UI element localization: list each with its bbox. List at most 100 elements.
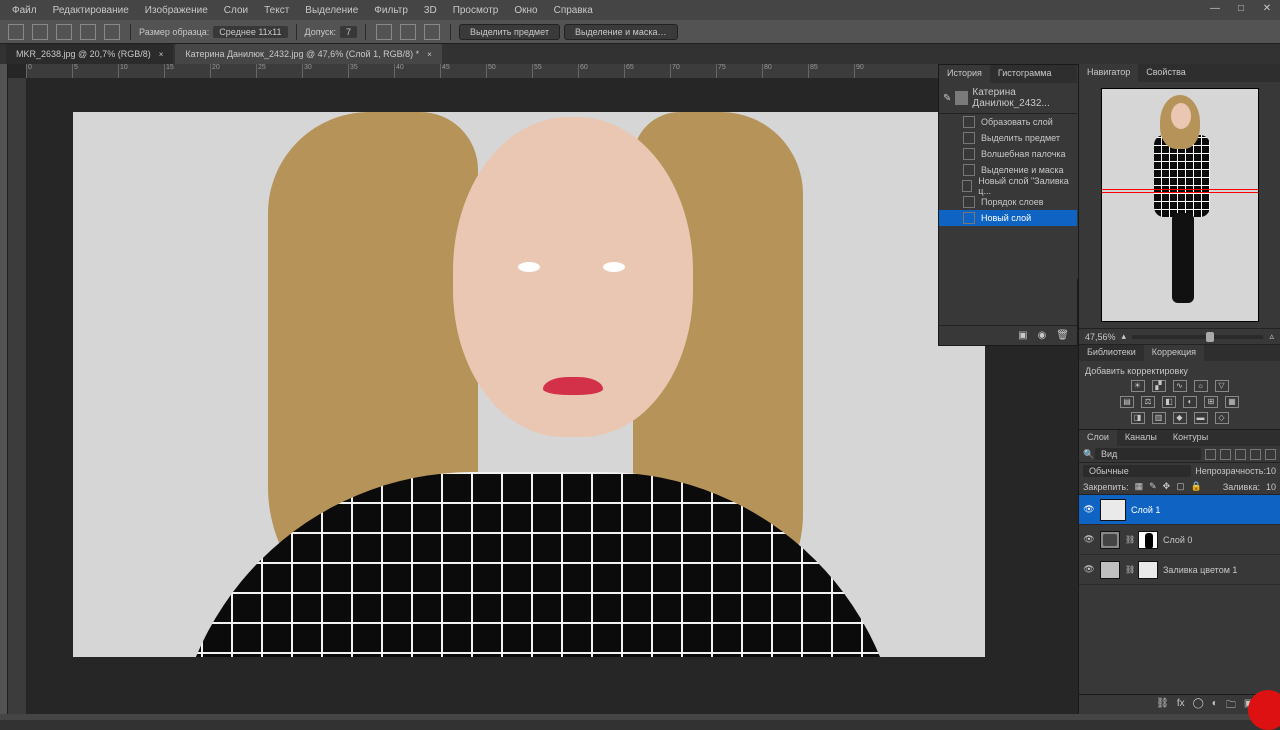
layer-mask-thumbnail[interactable] <box>1138 561 1158 579</box>
lock-transparent-icon[interactable]: ▦ <box>1135 481 1144 492</box>
window-close-button[interactable]: ✕ <box>1254 0 1280 18</box>
filter-adjust-icon[interactable] <box>1220 449 1231 460</box>
zoom-out-icon[interactable]: ▴ <box>1122 331 1127 342</box>
canvas-viewport[interactable]: 051015202530354045505560657075808590 Ист… <box>8 64 1078 714</box>
add-selection-icon[interactable] <box>56 24 72 40</box>
link-layers-icon[interactable]: ⛓ <box>1156 698 1169 711</box>
history-state[interactable]: Новый слой <box>939 210 1077 226</box>
history-state[interactable]: Волшебная палочка <box>939 146 1077 162</box>
filter-smart-icon[interactable] <box>1265 449 1276 460</box>
curves-icon[interactable]: ∿ <box>1173 380 1187 392</box>
antialias-icon[interactable] <box>376 24 392 40</box>
levels-icon[interactable]: ▞ <box>1152 380 1166 392</box>
blend-mode-selector[interactable]: Обычные <box>1083 465 1191 477</box>
tab-histogram[interactable]: Гистограмма <box>990 65 1060 83</box>
layer-thumbnail[interactable] <box>1100 499 1126 521</box>
menu-edit[interactable]: Редактирование <box>45 5 137 16</box>
select-subject-button[interactable]: Выделить предмет <box>459 24 560 40</box>
channel-mixer-icon[interactable]: ⊞ <box>1204 396 1218 408</box>
selective-color-icon[interactable]: ◇ <box>1215 412 1229 424</box>
filter-pixel-icon[interactable] <box>1205 449 1216 460</box>
navigator-preview[interactable] <box>1101 88 1259 322</box>
delete-state-icon[interactable]: 🗑 <box>1056 330 1069 341</box>
layer-thumbnail[interactable] <box>1100 561 1120 579</box>
color-lookup-icon[interactable]: ▦ <box>1225 396 1239 408</box>
opacity-value[interactable]: 10 <box>1266 466 1276 476</box>
gradient-map-icon[interactable]: ▬ <box>1194 412 1208 424</box>
document-tab-2[interactable]: Катерина Данилюк_2432.jpg @ 47,6% (Слой … <box>175 44 441 64</box>
zoom-in-icon[interactable]: ▵ <box>1269 331 1274 342</box>
visibility-toggle-icon[interactable]: 👁 <box>1083 564 1095 575</box>
tab-layers[interactable]: Слои <box>1079 430 1117 446</box>
menu-file[interactable]: Файл <box>4 5 45 16</box>
visibility-toggle-icon[interactable]: 👁 <box>1083 504 1095 515</box>
tool-preset-icon[interactable] <box>8 24 24 40</box>
history-state[interactable]: Порядок слоев <box>939 194 1077 210</box>
tab-properties[interactable]: Свойства <box>1138 64 1194 82</box>
document-canvas[interactable] <box>73 112 985 657</box>
mask-link-icon[interactable]: ⛓ <box>1125 535 1133 544</box>
menu-filter[interactable]: Фильтр <box>366 5 416 16</box>
layer-filter-type[interactable]: Вид <box>1095 448 1201 460</box>
photo-filter-icon[interactable]: ◐ <box>1183 396 1197 408</box>
window-min-button[interactable]: — <box>1202 0 1228 18</box>
snapshot-icon[interactable]: ◉ <box>1038 330 1047 341</box>
history-source-row[interactable]: ✎ Катерина Данилюк_2432... <box>939 83 1077 114</box>
sample-size-selector[interactable]: Среднее 11x11 <box>213 26 287 38</box>
layer-row[interactable]: 👁 ⛓ Заливка цветом 1 <box>1079 555 1280 585</box>
navigator-viewport-box[interactable] <box>1102 189 1258 193</box>
tools-panel[interactable] <box>0 64 8 714</box>
intersect-selection-icon[interactable] <box>104 24 120 40</box>
tab-navigator[interactable]: Навигатор <box>1079 64 1138 82</box>
exposure-icon[interactable]: ☼ <box>1194 380 1208 392</box>
window-max-button[interactable]: □ <box>1228 0 1254 18</box>
hue-sat-icon[interactable]: ▤ <box>1120 396 1134 408</box>
add-mask-icon[interactable]: ◯ <box>1193 698 1204 711</box>
vibrance-icon[interactable]: ▽ <box>1215 380 1229 392</box>
new-document-from-state-icon[interactable]: ▣ <box>1018 330 1027 341</box>
tab-history[interactable]: История <box>939 65 990 83</box>
menu-select[interactable]: Выделение <box>297 5 366 16</box>
history-state[interactable]: Выделить предмет <box>939 130 1077 146</box>
document-tab-1[interactable]: MKR_2638.jpg @ 20,7% (RGB/8)× <box>6 44 173 64</box>
tab-paths-panel[interactable]: Контуры <box>1165 430 1216 446</box>
menu-help[interactable]: Справка <box>546 5 601 16</box>
filter-shape-icon[interactable] <box>1250 449 1261 460</box>
subtract-selection-icon[interactable] <box>80 24 96 40</box>
layer-mask-thumbnail[interactable] <box>1138 531 1158 549</box>
menu-type[interactable]: Текст <box>256 5 297 16</box>
history-state[interactable]: Новый слой "Заливка ц... <box>939 178 1077 194</box>
zoom-slider[interactable] <box>1132 335 1263 339</box>
lock-artboard-icon[interactable]: ▢ <box>1176 481 1185 492</box>
lock-position-icon[interactable]: ✥ <box>1163 481 1171 492</box>
menu-3d[interactable]: 3D <box>416 5 445 16</box>
lock-pixels-icon[interactable]: ✎ <box>1149 481 1157 492</box>
tolerance-input[interactable]: 7 <box>340 26 357 38</box>
color-balance-icon[interactable]: ⚖ <box>1141 396 1155 408</box>
new-fill-adj-icon[interactable]: ◐ <box>1212 698 1218 711</box>
layer-name[interactable]: Заливка цветом 1 <box>1163 565 1237 575</box>
layer-row[interactable]: 👁 Слой 1 <box>1079 495 1280 525</box>
layer-name[interactable]: Слой 0 <box>1163 535 1192 545</box>
zoom-value[interactable]: 47,56% <box>1085 332 1116 342</box>
threshold-icon[interactable]: ◆ <box>1173 412 1187 424</box>
posterize-icon[interactable]: ▥ <box>1152 412 1166 424</box>
menu-layers[interactable]: Слои <box>216 5 256 16</box>
tab-libraries[interactable]: Библиотеки <box>1079 345 1144 361</box>
brightness-contrast-icon[interactable]: ☀ <box>1131 380 1145 392</box>
lock-all-icon[interactable]: 🔒 <box>1191 481 1202 492</box>
layer-name[interactable]: Слой 1 <box>1131 505 1160 515</box>
close-icon[interactable]: × <box>159 50 164 59</box>
close-icon[interactable]: × <box>427 50 432 59</box>
menu-window[interactable]: Окно <box>506 5 545 16</box>
visibility-toggle-icon[interactable]: 👁 <box>1083 534 1095 545</box>
bw-icon[interactable]: ◧ <box>1162 396 1176 408</box>
new-selection-icon[interactable] <box>32 24 48 40</box>
layer-row[interactable]: 👁 ⛓ Слой 0 <box>1079 525 1280 555</box>
select-and-mask-button[interactable]: Выделение и маска… <box>564 24 678 40</box>
contiguous-icon[interactable] <box>400 24 416 40</box>
new-group-icon[interactable]: 🗀 <box>1226 698 1236 711</box>
menu-view[interactable]: Просмотр <box>445 5 507 16</box>
invert-icon[interactable]: ◨ <box>1131 412 1145 424</box>
layer-thumbnail[interactable] <box>1100 531 1120 549</box>
